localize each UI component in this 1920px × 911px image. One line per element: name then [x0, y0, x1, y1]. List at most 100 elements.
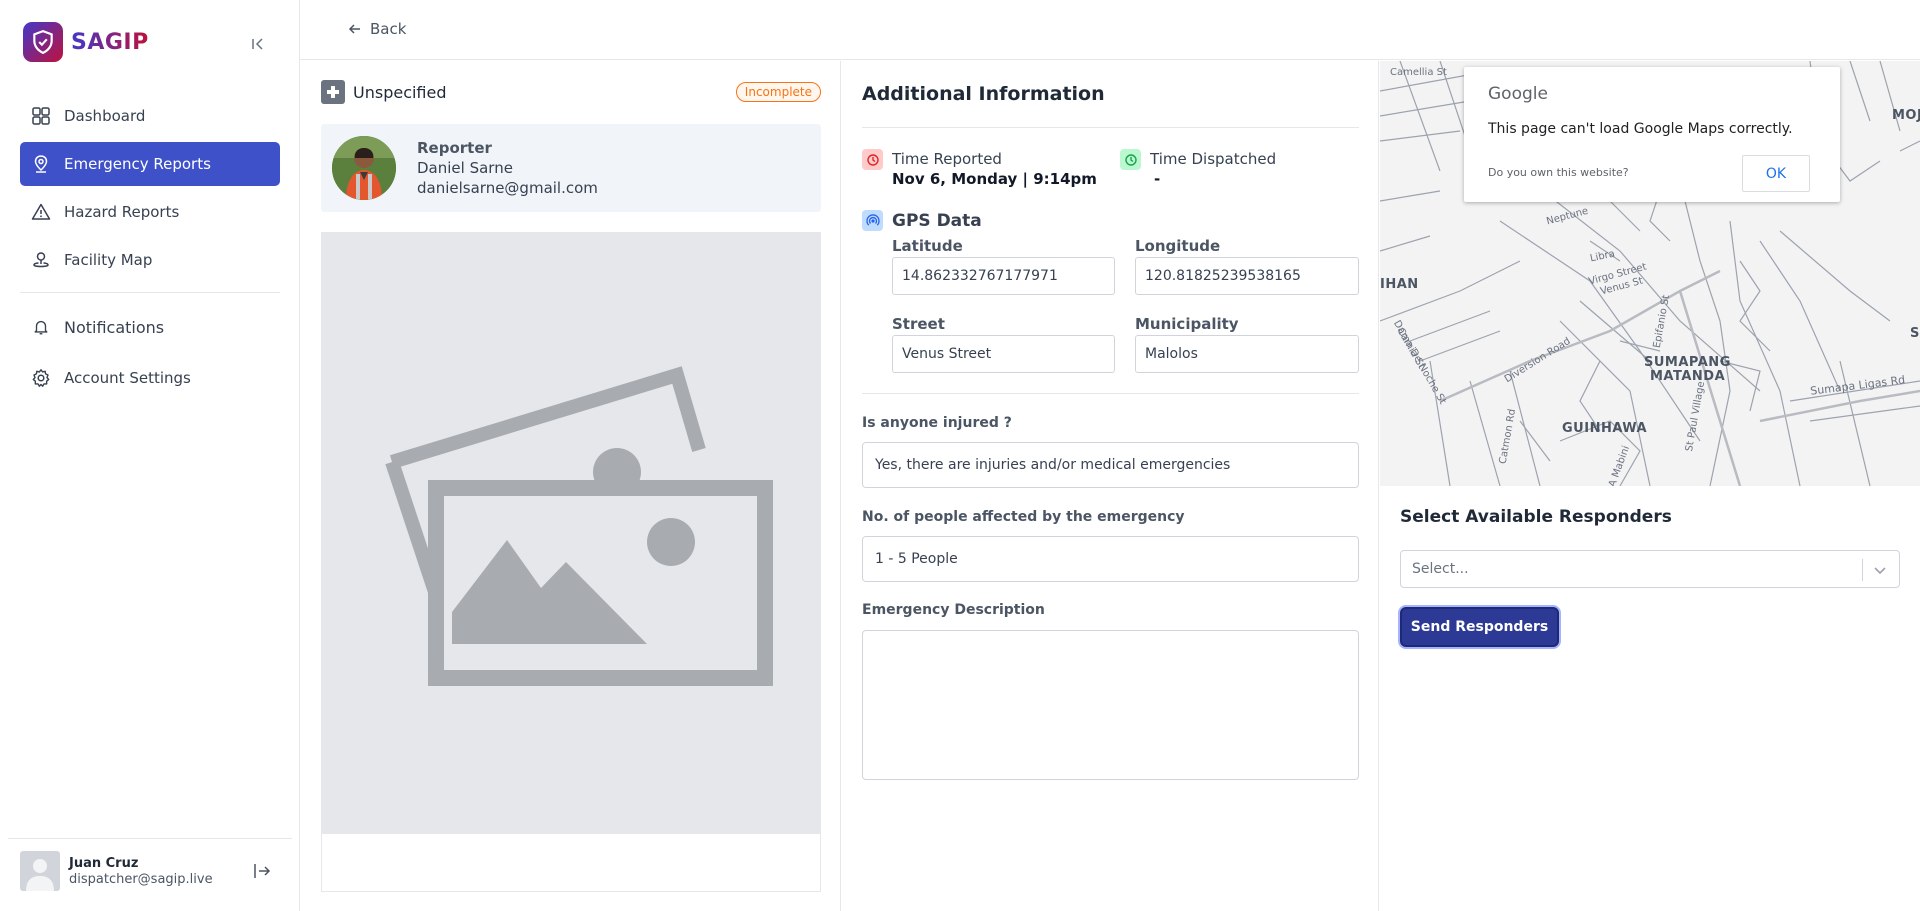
sidebar-item-facility-map[interactable]: Facility Map — [20, 238, 280, 282]
user-email: dispatcher@sagip.live — [69, 871, 213, 887]
divider — [862, 127, 1359, 128]
reporter-email: danielsarne@gmail.com — [417, 179, 598, 197]
time-dispatched: Time Dispatched - — [1120, 149, 1276, 189]
street-field[interactable]: Venus Street — [892, 335, 1115, 373]
street-label: Street — [892, 315, 945, 333]
time-dispatched-label: Time Dispatched — [1150, 150, 1277, 168]
reporter-details: Reporter Daniel Sarne danielsarne@gmail.… — [417, 138, 598, 198]
map-place-label: MOJ — [1892, 108, 1920, 123]
map-place-label: S — [1910, 326, 1920, 341]
reporter-card: Reporter Daniel Sarne danielsarne@gmail.… — [321, 124, 821, 212]
warning-triangle-icon — [31, 202, 51, 222]
brand[interactable]: SAGIP — [23, 22, 149, 62]
affected-field[interactable]: 1 - 5 People — [862, 536, 1359, 582]
map-marker-icon — [31, 250, 51, 270]
map-road-label: Camellia St — [1390, 67, 1447, 78]
location-pin-icon — [31, 154, 51, 174]
responders-select[interactable]: Select... — [1400, 550, 1900, 588]
affected-label: No. of people affected by the emergency — [862, 509, 1185, 525]
sidebar: SAGIP Dashboard Emergency Reports Hazard… — [0, 0, 300, 911]
sidebar-nav: Dashboard Emergency Reports Hazard Repor… — [20, 94, 280, 286]
report-summary-panel: Unspecified Incomplete Reporter Daniel S… — [300, 61, 841, 911]
map-view[interactable]: Camellia St Diversion Road Sumapa Ligas … — [1380, 61, 1920, 486]
back-label: Back — [370, 20, 407, 38]
description-field[interactable] — [862, 630, 1359, 780]
select-placeholder: Select... — [1412, 561, 1469, 577]
arrow-left-icon — [348, 24, 360, 34]
latitude-field[interactable]: 14.862332767177971 — [892, 257, 1115, 295]
grid-icon — [31, 106, 51, 126]
sidebar-item-label: Notifications — [64, 317, 165, 337]
sidebar-item-label: Facility Map — [64, 251, 153, 269]
report-type: Unspecified — [353, 82, 447, 102]
medical-cross-icon — [321, 80, 345, 104]
map-place-label: GUINHAWA — [1562, 421, 1648, 436]
time-dispatched-value: - — [1154, 170, 1161, 188]
back-button[interactable]: Back — [348, 20, 406, 38]
map-error-dialog: Google This page can't load Google Maps … — [1464, 67, 1840, 202]
send-responders-button[interactable]: Send Responders — [1400, 607, 1559, 647]
dispatch-panel: Camellia St Diversion Road Sumapa Ligas … — [1380, 61, 1920, 911]
chevron-down-icon[interactable] — [1871, 561, 1889, 579]
reporter-avatar — [332, 136, 396, 200]
section-title: Additional Information — [862, 83, 1105, 105]
clock-check-icon — [1120, 149, 1141, 170]
logout-icon[interactable] — [252, 861, 272, 881]
map-place-label: SUMAPANG — [1644, 355, 1731, 370]
brand-name: SAGIP — [71, 29, 149, 55]
injured-field[interactable]: Yes, there are injuries and/or medical e… — [862, 442, 1359, 488]
injured-label: Is anyone injured ? — [862, 415, 1012, 431]
sidebar-item-notifications[interactable]: Notifications — [20, 305, 280, 349]
sidebar-item-account-settings[interactable]: Account Settings — [20, 356, 280, 400]
map-own-question: Do you own this website? — [1488, 166, 1629, 179]
shield-logo-icon — [23, 22, 63, 62]
report-type-row: Unspecified Incomplete — [321, 80, 821, 104]
collapse-sidebar-icon[interactable] — [248, 34, 268, 54]
user-profile: Juan Cruz dispatcher@sagip.live — [20, 851, 280, 891]
sidebar-item-label: Hazard Reports — [64, 203, 180, 221]
image-placeholder-icon — [385, 366, 773, 686]
reporter-title: Reporter — [417, 139, 492, 157]
user-divider — [8, 838, 292, 839]
sidebar-item-label: Dashboard — [64, 107, 146, 125]
latitude-label: Latitude — [892, 237, 963, 255]
description-label: Emergency Description — [862, 602, 1045, 618]
sidebar-secondary-nav: Notifications Account Settings — [20, 305, 280, 407]
clock-alert-icon — [862, 149, 883, 170]
bell-icon — [31, 317, 51, 337]
time-reported-label: Time Reported — [892, 150, 1002, 168]
map-ok-button[interactable]: OK — [1742, 155, 1810, 192]
photo-caption-area — [321, 834, 821, 892]
gps-title: GPS Data — [892, 210, 982, 231]
sidebar-item-emergency-reports[interactable]: Emergency Reports — [20, 142, 280, 186]
time-reported: Time Reported Nov 6, Monday | 9:14pm — [862, 149, 1097, 189]
reporter-name: Daniel Sarne — [417, 159, 513, 177]
responders-title: Select Available Responders — [1400, 507, 1672, 527]
gear-icon — [31, 368, 51, 388]
sidebar-item-label: Emergency Reports — [64, 155, 211, 173]
longitude-label: Longitude — [1135, 237, 1221, 255]
time-reported-value: Nov 6, Monday | 9:14pm — [892, 170, 1097, 188]
sidebar-item-label: Account Settings — [64, 369, 191, 387]
google-logo: Google — [1488, 84, 1548, 104]
avatar[interactable] — [20, 851, 60, 891]
user-info: Juan Cruz dispatcher@sagip.live — [69, 856, 213, 887]
municipality-label: Municipality — [1135, 315, 1239, 333]
user-name: Juan Cruz — [69, 855, 139, 871]
sidebar-divider — [20, 292, 280, 293]
gps-signal-icon — [862, 210, 883, 231]
sidebar-item-hazard-reports[interactable]: Hazard Reports — [20, 190, 280, 234]
longitude-field[interactable]: 120.81825239538165 — [1135, 257, 1359, 295]
map-error-message: This page can't load Google Maps correct… — [1488, 121, 1793, 137]
app-root: SAGIP Dashboard Emergency Reports Hazard… — [0, 0, 1920, 911]
map-place-label: IHAN — [1380, 277, 1419, 292]
top-bar: Back — [300, 0, 1920, 60]
status-badge: Incomplete — [735, 82, 821, 102]
map-place-label: MATANDA — [1650, 369, 1726, 384]
gps-data-heading: GPS Data — [862, 210, 982, 231]
sidebar-item-dashboard[interactable]: Dashboard — [20, 94, 280, 138]
additional-info-panel: Additional Information Time Reported Nov… — [842, 61, 1379, 911]
report-photo-placeholder — [321, 232, 821, 834]
select-separator — [1862, 559, 1863, 581]
municipality-field[interactable]: Malolos — [1135, 335, 1359, 373]
